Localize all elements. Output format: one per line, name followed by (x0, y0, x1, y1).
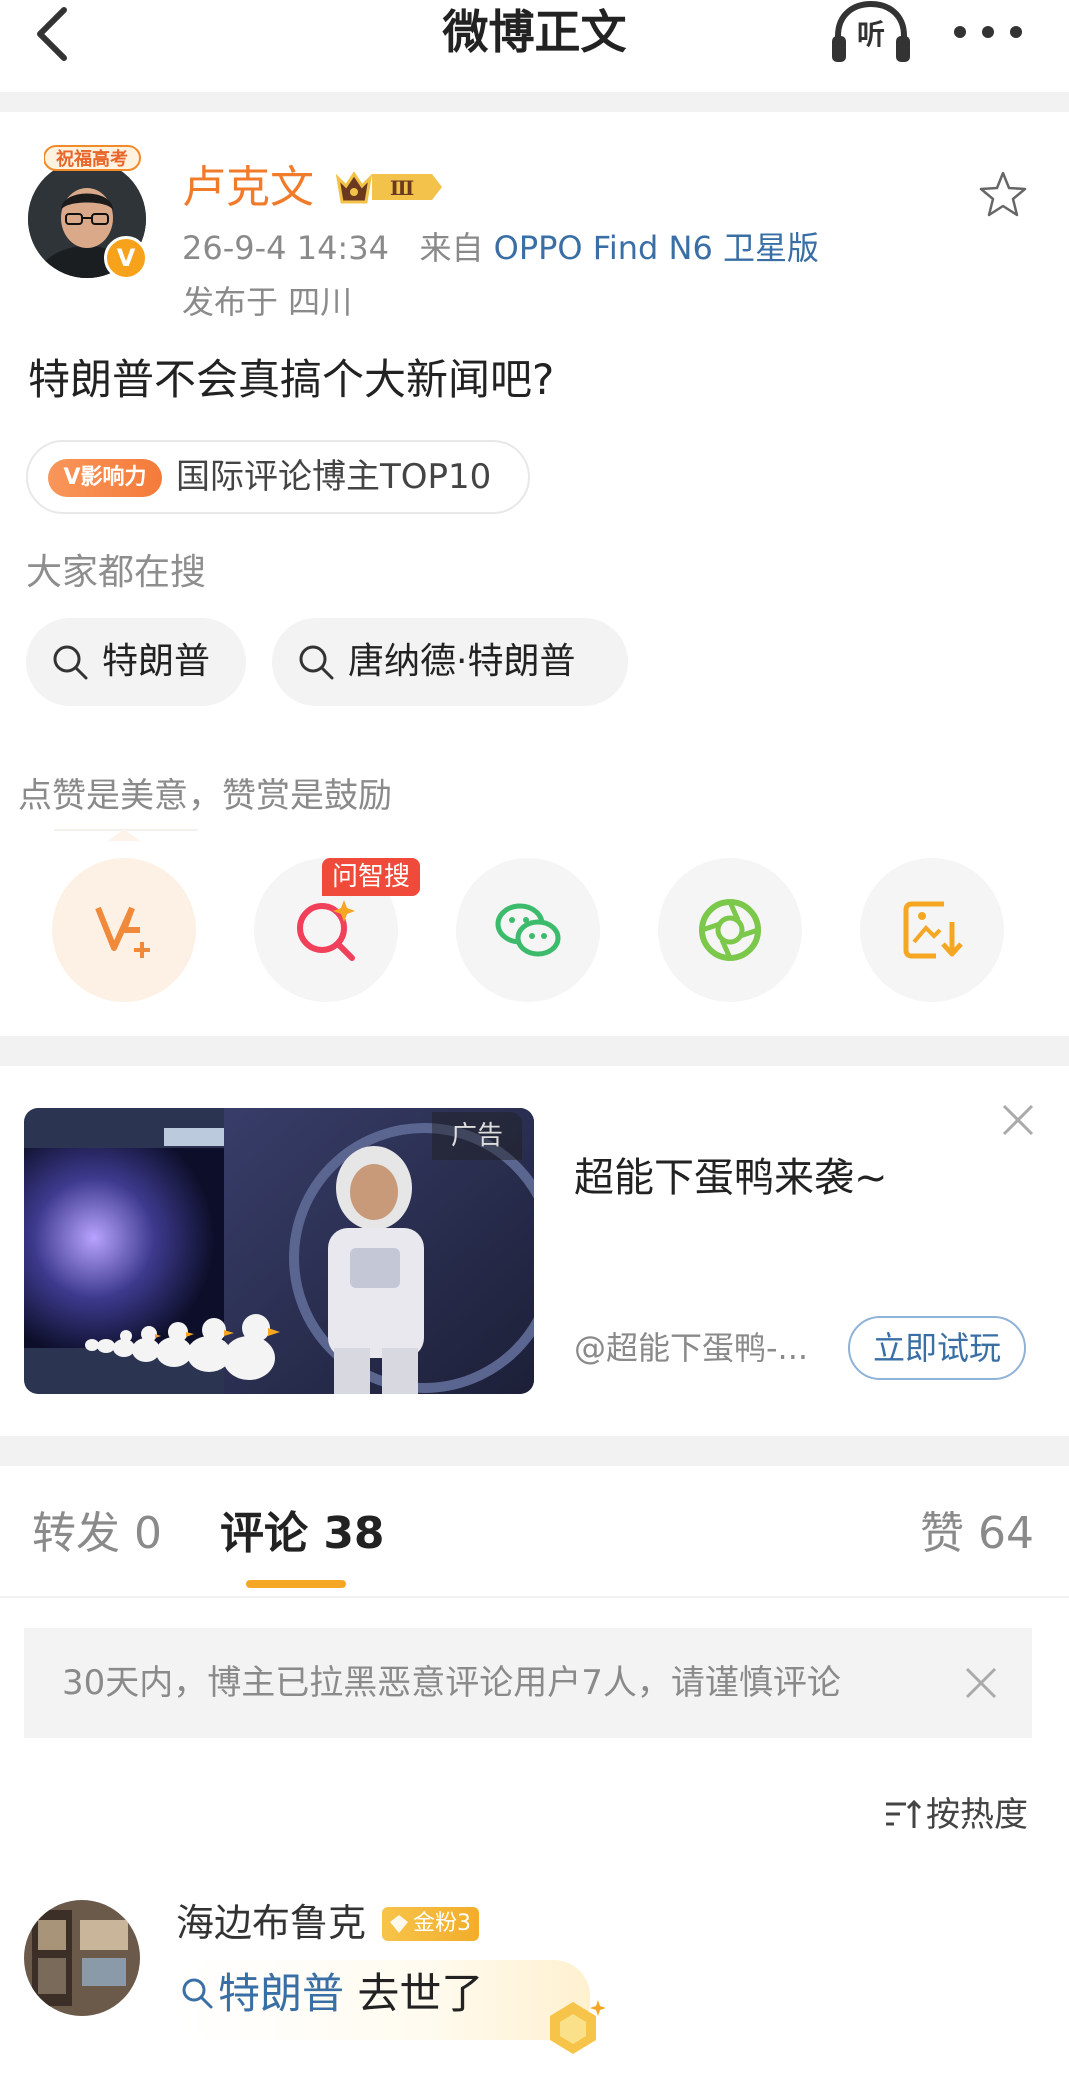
section-divider (0, 92, 1069, 112)
ad-label: 广告 (432, 1112, 522, 1160)
member-crown-icon: Ⅲ (335, 171, 442, 204)
sort-icon (886, 1799, 922, 1828)
listen-icon[interactable]: 听 (828, 0, 914, 66)
reward-icon (95, 906, 150, 958)
comment-text: 特朗普 去世了 (180, 1964, 483, 2024)
search-chip[interactable]: 唐纳德·特朗普 (272, 618, 628, 706)
influence-tag[interactable]: V影响力 国际评论博主TOP10 (26, 440, 530, 514)
search-hint-label: 大家都在搜 (26, 552, 207, 593)
sort-label: 按热度 (926, 1795, 1028, 1835)
trophy-icon (550, 2000, 606, 2054)
ad-title[interactable]: 超能下蛋鸭来袭~ (574, 1150, 888, 1206)
listen-label: 听 (857, 18, 885, 51)
tabs-divider (0, 1596, 1069, 1598)
author-name[interactable]: 卢克文 (182, 160, 314, 216)
moments-icon (699, 899, 761, 961)
comment-search-link[interactable]: 特朗普 (180, 1969, 344, 2018)
search-icon (182, 1978, 213, 2009)
post-source[interactable]: OPPO Find N6 卫星版 (494, 229, 819, 267)
try-now-button[interactable]: 立即试玩 (848, 1316, 1026, 1380)
more-icon[interactable] (948, 2, 1028, 62)
v-influence-badge: V影响力 (48, 459, 162, 497)
search-icon (53, 645, 88, 680)
tab-comment[interactable]: 评论 38 (220, 1504, 385, 1564)
save-image-icon (903, 901, 963, 959)
commenter-name[interactable]: 海边布鲁克 (176, 1898, 366, 1948)
post-time: 26-9-4 14:34 (182, 229, 389, 267)
share-wechat-button[interactable] (456, 858, 600, 1002)
source-prefix: 来自 (419, 229, 484, 267)
search-icon (299, 645, 334, 680)
avatar-badge-text: 祝福高考 (56, 148, 128, 170)
diamond-icon (390, 1915, 408, 1933)
share-moments-button[interactable] (658, 858, 802, 1002)
close-icon[interactable] (962, 1664, 1000, 1702)
search-chip-label: 唐纳德·特朗普 (348, 641, 576, 682)
section-divider (0, 1436, 1069, 1466)
sort-selector[interactable]: 按热度 (884, 1790, 1028, 1840)
encourage-text: 点赞是美意，赞赏是鼓励 (18, 776, 392, 816)
tab-repost[interactable]: 转发 0 (32, 1504, 162, 1564)
ad-source: @超能下蛋鸭-... (574, 1329, 809, 1367)
bubble-pointer (108, 829, 140, 841)
search-chip[interactable]: 特朗普 (26, 618, 246, 706)
comment-link-text: 特朗普 (218, 1969, 345, 2018)
avatar-frame-badge: 祝福高考 (44, 145, 141, 171)
commenter-avatar[interactable] (24, 1900, 140, 2016)
verified-badge: V (104, 236, 148, 280)
member-level: Ⅲ (390, 176, 414, 200)
smart-search-badge: 问智搜 (322, 858, 421, 896)
notice-text: 30天内，博主已拉黑恶意评论用户7人，请谨慎评论 (62, 1663, 841, 1703)
star-icon[interactable] (978, 170, 1028, 220)
save-image-button[interactable] (860, 858, 1004, 1002)
comment-body: 去世了 (357, 1969, 484, 2018)
reward-button[interactable] (52, 858, 196, 1002)
section-divider (0, 1036, 1069, 1066)
header-bar: 微博正文 听 (0, 0, 1069, 92)
active-tab-indicator (246, 1580, 346, 1588)
post-meta: 26-9-4 14:34 来自 OPPO Find N6 卫星版 (182, 226, 819, 270)
tab-like[interactable]: 赞 64 (920, 1504, 1034, 1564)
influence-text: 国际评论博主TOP10 (176, 457, 492, 497)
close-icon[interactable] (998, 1100, 1038, 1140)
comment-notice: 30天内，博主已拉黑恶意评论用户7人，请谨慎评论 (24, 1628, 1032, 1738)
wechat-icon (495, 903, 561, 957)
post-text: 特朗普不会真搞个大新闻吧? (28, 355, 555, 404)
search-chip-label: 特朗普 (102, 641, 211, 682)
smart-search-icon (297, 900, 355, 961)
post-location: 发布于 四川 (182, 283, 353, 321)
fan-badge: 金粉3 (382, 1907, 479, 1941)
fan-badge-text: 金粉3 (413, 1911, 471, 1936)
